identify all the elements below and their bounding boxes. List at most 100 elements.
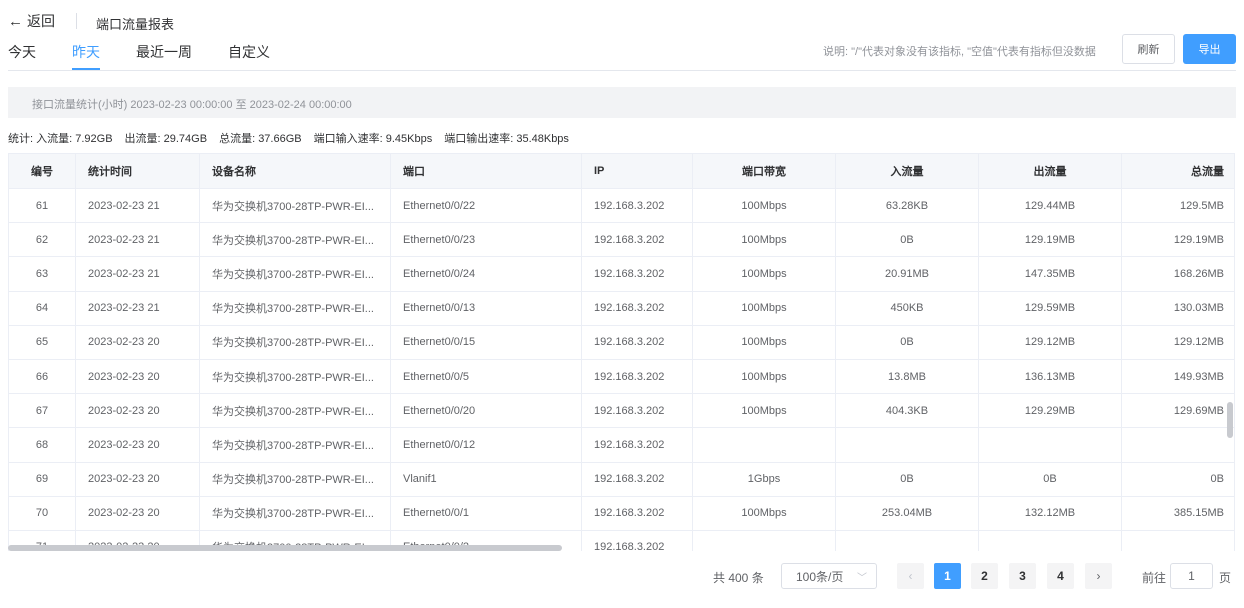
cell-out-traffic [978, 427, 1122, 463]
traffic-table: 编号 统计时间 设备名称 端口 IP 端口带宽 入流量 出流量 总流量 61 20… [8, 153, 1235, 551]
table-row[interactable]: 68 2023-02-23 20 华为交换机3700-28TP-PWR-EI... E… [8, 427, 1235, 463]
table-row[interactable]: 66 2023-02-23 20 华为交换机3700-28TP-PWR-EI... E… [8, 359, 1235, 395]
cell-port: Ethernet0/0/5 [390, 359, 582, 395]
cell-total-traffic: 149.93MB [1121, 359, 1235, 395]
cell-total-traffic: 129.19MB [1121, 222, 1235, 258]
chevron-right-icon: › [1096, 569, 1101, 583]
cell-port: Ethernet0/0/20 [390, 393, 582, 429]
chevron-down-icon: ﹀ [857, 573, 867, 584]
page-button-1[interactable]: 1 [934, 563, 961, 589]
cell-out-traffic: 132.12MB [978, 496, 1122, 531]
cell-id: 61 [8, 188, 76, 224]
page-button-4[interactable]: 4 [1047, 563, 1074, 589]
cell-bandwidth: 100Mbps [692, 359, 836, 395]
cell-bandwidth: 100Mbps [692, 256, 836, 292]
table-row[interactable]: 65 2023-02-23 20 华为交换机3700-28TP-PWR-EI... E… [8, 325, 1235, 360]
cell-out-traffic: 129.12MB [978, 325, 1122, 360]
cell-id: 63 [8, 256, 76, 292]
page-title: 端口流量报表 [96, 17, 175, 32]
cell-device: 华为交换机3700-28TP-PWR-EI... [199, 359, 391, 395]
tab-today[interactable]: 今天 [8, 42, 36, 70]
table-row[interactable]: 69 2023-02-23 20 华为交换机3700-28TP-PWR-EI... V… [8, 462, 1235, 497]
table-row[interactable]: 64 2023-02-23 21 华为交换机3700-28TP-PWR-EI... E… [8, 291, 1235, 326]
cell-device: 华为交换机3700-28TP-PWR-EI... [199, 256, 391, 292]
cell-out-traffic: 136.13MB [978, 359, 1122, 395]
prev-page-button[interactable]: ‹ [897, 563, 924, 589]
column-header-out-traffic[interactable]: 出流量 [978, 153, 1122, 189]
pagination-total: 共 400 条 [713, 571, 764, 585]
cell-bandwidth: 100Mbps [692, 188, 836, 224]
cell-device: 华为交换机3700-28TP-PWR-EI... [199, 462, 391, 497]
page-size-value: 100条/页 [796, 569, 844, 584]
chevron-left-icon: ‹ [908, 569, 913, 583]
table-row[interactable]: 61 2023-02-23 21 华为交换机3700-28TP-PWR-EI... E… [8, 188, 1235, 224]
column-header-in-traffic[interactable]: 入流量 [835, 153, 979, 189]
column-header-total-traffic[interactable]: 总流量 [1121, 153, 1235, 189]
export-button[interactable]: 导出 [1183, 34, 1236, 64]
tab-yesterday[interactable]: 昨天 [72, 42, 100, 70]
cell-out-traffic: 129.29MB [978, 393, 1122, 429]
goto-label: 前往 [1142, 571, 1167, 585]
cell-in-traffic: 0B [835, 222, 979, 258]
cell-time: 2023-02-23 21 [75, 222, 200, 258]
page-size-select[interactable]: 100条/页 ﹀ [781, 563, 877, 589]
table-row[interactable]: 67 2023-02-23 20 华为交换机3700-28TP-PWR-EI... E… [8, 393, 1235, 429]
traffic-table-container[interactable]: 编号 统计时间 设备名称 端口 IP 端口带宽 入流量 出流量 总流量 61 20… [8, 153, 1236, 551]
cell-device: 华为交换机3700-28TP-PWR-EI... [199, 496, 391, 531]
page-button-2[interactable]: 2 [971, 563, 998, 589]
table-row[interactable]: 63 2023-02-23 21 华为交换机3700-28TP-PWR-EI... E… [8, 256, 1235, 292]
stat-input-rate: 端口输入速率: 9.45Kbps [313, 133, 433, 145]
cell-bandwidth: 100Mbps [692, 291, 836, 326]
cell-id: 68 [8, 427, 76, 463]
column-header-time[interactable]: 统计时间 [75, 153, 200, 189]
back-button[interactable]: ← 返回 [8, 11, 55, 31]
column-header-bandwidth[interactable]: 端口带宽 [692, 153, 836, 189]
cell-ip: 192.168.3.202 [581, 291, 693, 326]
cell-out-traffic: 129.19MB [978, 222, 1122, 258]
cell-out-traffic: 0B [978, 462, 1122, 497]
cell-port: Ethernet0/0/22 [390, 188, 582, 224]
cell-bandwidth: 100Mbps [692, 393, 836, 429]
table-row[interactable]: 70 2023-02-23 20 华为交换机3700-28TP-PWR-EI... E… [8, 496, 1235, 531]
tab-custom[interactable]: 自定义 [228, 42, 270, 70]
cell-ip: 192.168.3.202 [581, 325, 693, 360]
cell-in-traffic: 63.28KB [835, 188, 979, 224]
cell-out-traffic: 147.35MB [978, 256, 1122, 292]
column-header-port[interactable]: 端口 [390, 153, 582, 189]
cell-bandwidth [692, 530, 836, 551]
column-header-ip[interactable]: IP [581, 153, 693, 189]
next-page-button[interactable]: › [1085, 563, 1112, 589]
tabs-divider [8, 70, 1236, 71]
cell-time: 2023-02-23 20 [75, 325, 200, 360]
refresh-button[interactable]: 刷新 [1122, 34, 1175, 64]
cell-ip: 192.168.3.202 [581, 222, 693, 258]
cell-total-traffic: 385.15MB [1121, 496, 1235, 531]
cell-id: 64 [8, 291, 76, 326]
page-button-3[interactable]: 3 [1009, 563, 1036, 589]
cell-ip: 192.168.3.202 [581, 359, 693, 395]
goto-page-input[interactable] [1170, 563, 1213, 589]
cell-id: 62 [8, 222, 76, 258]
stat-in-traffic: 统计: 入流量: 7.92GB [8, 133, 113, 145]
cell-out-traffic: 129.59MB [978, 291, 1122, 326]
cell-port: Ethernet0/0/13 [390, 291, 582, 326]
horizontal-scrollbar[interactable] [8, 545, 562, 551]
cell-in-traffic: 253.04MB [835, 496, 979, 531]
range-bar: 接口流量统计(小时) 2023-02-23 00:00:00 至 2023-02… [8, 87, 1236, 118]
cell-ip: 192.168.3.202 [581, 393, 693, 429]
vertical-scrollbar[interactable] [1227, 402, 1233, 438]
cell-device: 华为交换机3700-28TP-PWR-EI... [199, 427, 391, 463]
cell-id: 65 [8, 325, 76, 360]
column-header-id[interactable]: 编号 [8, 153, 76, 189]
cell-device: 华为交换机3700-28TP-PWR-EI... [199, 291, 391, 326]
cell-in-traffic: 13.8MB [835, 359, 979, 395]
cell-id: 69 [8, 462, 76, 497]
cell-bandwidth: 100Mbps [692, 496, 836, 531]
table-row[interactable]: 62 2023-02-23 21 华为交换机3700-28TP-PWR-EI... E… [8, 222, 1235, 258]
cell-in-traffic: 20.91MB [835, 256, 979, 292]
table-body: 61 2023-02-23 21 华为交换机3700-28TP-PWR-EI... E… [8, 188, 1235, 551]
goto-suffix: 页 [1219, 571, 1232, 585]
top-bar: ← 返回 端口流量报表 [0, 0, 1244, 40]
tab-last-week[interactable]: 最近一周 [136, 42, 192, 70]
column-header-device[interactable]: 设备名称 [199, 153, 391, 189]
